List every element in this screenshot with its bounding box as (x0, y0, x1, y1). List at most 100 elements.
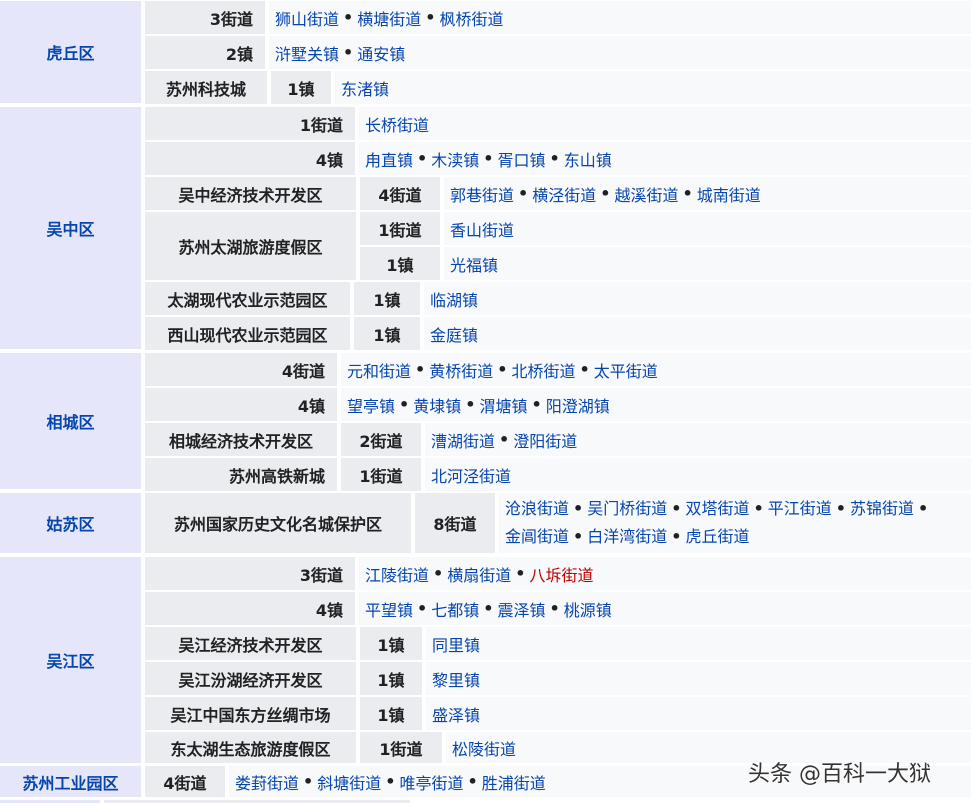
link-chengnan[interactable]: 城南街道 (697, 182, 761, 206)
district-label[interactable]: 虎丘区 (46, 40, 94, 64)
district-xiangcheng[interactable]: 相城区 (0, 353, 141, 489)
link-caohu[interactable]: 漕湖街道 (431, 428, 495, 452)
link-changqiao[interactable]: 长桥街道 (365, 112, 429, 136)
district-wujiang[interactable]: 吴江区 (0, 557, 141, 763)
link-pingjiang[interactable]: 平江街道 (768, 499, 832, 518)
count-label: 1镇 (377, 635, 405, 655)
count-cell: 4街道 (145, 353, 337, 386)
count-cell: 3街道 (145, 557, 355, 590)
district-huqiu[interactable]: 虎丘区 (0, 1, 141, 103)
count-label: 3街道 (299, 565, 343, 585)
separator: • (483, 149, 494, 168)
link-beihejing[interactable]: 北河泾街道 (431, 463, 511, 487)
watermark-text: 头条 @百科一大狱 (748, 762, 931, 787)
district-wuzhong[interactable]: 吴中区 (0, 107, 141, 349)
district-label[interactable]: 吴江区 (46, 648, 94, 672)
count-label: 2街道 (359, 431, 403, 451)
link-sujin[interactable]: 苏锦街道 (850, 499, 914, 518)
list-cell: 郭巷街道 • 横泾街道 • 越溪街道 • 城南街道 (444, 177, 971, 210)
separator: • (682, 184, 693, 203)
zone-label: 苏州太湖旅游度假区 (178, 238, 323, 257)
link-yangchenghu[interactable]: 阳澄湖镇 (546, 393, 610, 417)
district-label[interactable]: 苏州工业园区 (22, 770, 118, 794)
link-loufeng[interactable]: 娄葑街道 (235, 770, 299, 794)
count-label: 2镇 (225, 44, 253, 64)
district-label[interactable]: 吴中区 (46, 216, 94, 240)
link-songling[interactable]: 松陵街道 (452, 736, 516, 760)
district-label[interactable]: 相城区 (46, 409, 94, 433)
separator: • (515, 564, 526, 583)
separator: • (483, 599, 494, 618)
link-shishan[interactable]: 狮山街道 (275, 6, 339, 30)
count-label: 1镇 (377, 670, 405, 690)
count-cell: 1街道 (360, 732, 442, 763)
link-huqiujd[interactable]: 虎丘街道 (686, 527, 750, 546)
separator: • (343, 43, 354, 62)
link-bachai[interactable]: 八坼街道 (530, 562, 594, 586)
link-xietang[interactable]: 斜塘街道 (317, 770, 381, 794)
separator: • (531, 395, 542, 414)
separator: • (499, 430, 510, 449)
link-beiqiao[interactable]: 北桥街道 (512, 358, 576, 382)
link-shuangta[interactable]: 双塔街道 (686, 499, 750, 518)
link-xukou[interactable]: 胥口镇 (498, 147, 546, 171)
link-xushuguan[interactable]: 浒墅关镇 (275, 41, 339, 65)
zone-label: 苏州高铁新城 (228, 466, 325, 486)
link-hengtang[interactable]: 横塘街道 (357, 6, 421, 30)
zone-fenhu: 吴江汾湖经济开发区 (145, 662, 356, 695)
link-guoxiang[interactable]: 郭巷街道 (450, 182, 514, 206)
list-cell: 狮山街道 • 横塘街道 • 枫桥街道 (269, 1, 971, 34)
link-weiting[interactable]: 唯亭街道 (400, 770, 464, 794)
link-jinting[interactable]: 金庭镇 (430, 322, 478, 346)
link-mudu[interactable]: 木渎镇 (431, 147, 479, 171)
link-huangqiao[interactable]: 黄桥街道 (429, 358, 493, 382)
link-shengze[interactable]: 盛泽镇 (432, 702, 480, 726)
link-jinchang[interactable]: 金阊街道 (505, 527, 569, 546)
link-tongli[interactable]: 同里镇 (432, 632, 480, 656)
link-linhu[interactable]: 临湖镇 (430, 287, 478, 311)
link-chengyang[interactable]: 澄阳街道 (513, 428, 577, 452)
district-sip[interactable]: 苏州工业园区 (0, 766, 141, 797)
link-taiping[interactable]: 太平街道 (594, 358, 658, 382)
link-yuanhe[interactable]: 元和街道 (347, 358, 411, 382)
count-cell: 1镇 (354, 317, 420, 350)
link-canglang[interactable]: 沧浪街道 (505, 499, 569, 518)
list-cell: 光福镇 (444, 247, 971, 280)
zone-label: 相城经济技术开发区 (168, 431, 313, 451)
link-wumenqiao[interactable]: 吴门桥街道 (587, 499, 667, 518)
link-yuexi[interactable]: 越溪街道 (615, 182, 679, 206)
link-shengpu[interactable]: 胜浦街道 (482, 770, 546, 794)
link-xiangshan[interactable]: 香山街道 (450, 217, 514, 241)
link-guangfu[interactable]: 光福镇 (450, 252, 498, 276)
link-zhenze[interactable]: 震泽镇 (498, 597, 546, 621)
link-lili[interactable]: 黎里镇 (432, 667, 480, 691)
link-wangting[interactable]: 望亭镇 (347, 393, 395, 417)
link-dongzhu[interactable]: 东渚镇 (341, 76, 389, 100)
district-label[interactable]: 姑苏区 (46, 511, 94, 535)
district-gusu[interactable]: 姑苏区 (0, 493, 141, 553)
link-hengshan[interactable]: 横扇街道 (447, 562, 511, 586)
link-pingwang[interactable]: 平望镇 (365, 597, 413, 621)
zone-wzjk: 吴中经济技术开发区 (145, 177, 356, 210)
count-cell: 1镇 (360, 247, 440, 280)
link-baiyangwan[interactable]: 白洋湾街道 (587, 527, 667, 546)
link-jiangling[interactable]: 江陵街道 (365, 562, 429, 586)
zone-gaotie: 苏州高铁新城 (145, 458, 337, 491)
separator: • (573, 527, 584, 546)
link-huangdai[interactable]: 黄埭镇 (413, 393, 461, 417)
link-tongan[interactable]: 通安镇 (357, 41, 405, 65)
link-luzhi[interactable]: 甪直镇 (365, 147, 413, 171)
link-hengjing[interactable]: 横泾街道 (532, 182, 596, 206)
zone-label: 吴江汾湖经济开发区 (178, 670, 323, 690)
separator: • (433, 564, 444, 583)
link-fengqiao[interactable]: 枫桥街道 (440, 6, 504, 30)
zone-xcjk: 相城经济技术开发区 (145, 423, 337, 456)
count-label: 4镇 (315, 600, 343, 620)
link-qidu[interactable]: 七都镇 (431, 597, 479, 621)
link-dongshan[interactable]: 东山镇 (564, 147, 612, 171)
link-weitang[interactable]: 渭塘镇 (480, 393, 528, 417)
link-taoyuan[interactable]: 桃源镇 (564, 597, 612, 621)
zone-label: 西山现代农业示范园区 (167, 325, 328, 345)
list-cell: 平望镇 • 七都镇 • 震泽镇 • 桃源镇 (359, 592, 971, 625)
list-line: 金阊街道 • 白洋湾街道 • 虎丘街道 (505, 523, 750, 551)
